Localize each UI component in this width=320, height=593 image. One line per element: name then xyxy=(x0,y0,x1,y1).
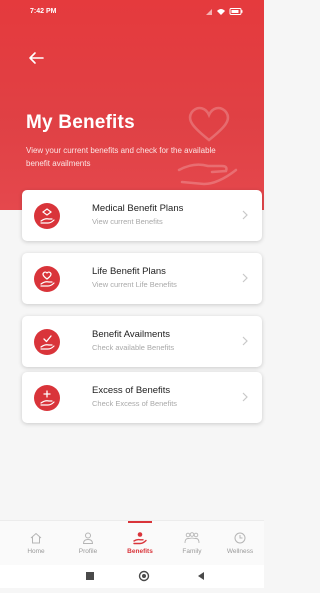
excess-icon xyxy=(34,385,60,411)
chevron-right-icon xyxy=(242,210,248,220)
benefits-icon xyxy=(133,532,147,545)
page-subtitle: View your current benefits and check for… xyxy=(26,146,216,168)
card-title: Life Benefit Plans xyxy=(92,266,166,277)
nav-label: Family xyxy=(182,548,202,555)
status-icons xyxy=(206,8,243,15)
card-subtitle: View current Life Benefits xyxy=(92,280,177,289)
card-life-benefit-plans[interactable]: Life Benefit Plans View current Life Ben… xyxy=(22,253,262,304)
card-subtitle: View current Benefits xyxy=(92,217,163,226)
active-indicator xyxy=(128,521,152,523)
card-subtitle: Check available Benefits xyxy=(92,343,175,352)
nav-benefits[interactable]: Benefits xyxy=(114,521,166,566)
card-excess-of-benefits[interactable]: Excess of Benefits Check Excess of Benef… xyxy=(22,372,262,423)
nav-home[interactable]: Home xyxy=(10,521,62,566)
nav-family[interactable]: Family xyxy=(166,521,218,566)
header: 7:42 PM My Benefits View your current be… xyxy=(0,0,264,210)
status-bar: 7:42 PM xyxy=(0,0,264,24)
system-nav-bar xyxy=(0,565,264,588)
nav-label: Profile xyxy=(78,548,98,555)
bottom-nav: Home Profile Benefits Family Wellness xyxy=(0,520,264,566)
page-title: My Benefits xyxy=(26,112,135,133)
home-icon xyxy=(30,532,42,544)
profile-icon xyxy=(82,532,94,544)
medical-plan-icon xyxy=(34,203,60,229)
card-title: Excess of Benefits xyxy=(92,385,171,396)
card-benefit-availments[interactable]: Benefit Availments Check available Benef… xyxy=(22,316,262,367)
card-subtitle: Check Excess of Benefits xyxy=(92,399,178,408)
chevron-right-icon xyxy=(242,273,248,283)
availment-icon xyxy=(34,329,60,355)
nav-wellness[interactable]: Wellness xyxy=(214,521,266,566)
chevron-right-icon xyxy=(242,392,248,402)
card-medical-benefit-plans[interactable]: Medical Benefit Plans View current Benef… xyxy=(22,190,262,241)
nav-label: Benefits xyxy=(127,548,153,555)
status-time: 7:42 PM xyxy=(30,8,57,15)
wellness-icon xyxy=(234,532,246,544)
nav-label: Wellness xyxy=(226,548,254,555)
back-button-icon[interactable] xyxy=(198,572,204,580)
card-title: Benefit Availments xyxy=(92,329,170,340)
back-arrow-icon[interactable] xyxy=(26,50,46,66)
nav-profile[interactable]: Profile xyxy=(62,521,114,566)
life-plan-icon xyxy=(34,266,60,292)
nav-label: Home xyxy=(27,548,45,555)
recents-icon[interactable] xyxy=(86,572,94,580)
family-icon xyxy=(184,532,200,544)
chevron-right-icon xyxy=(242,336,248,346)
card-title: Medical Benefit Plans xyxy=(92,203,184,214)
